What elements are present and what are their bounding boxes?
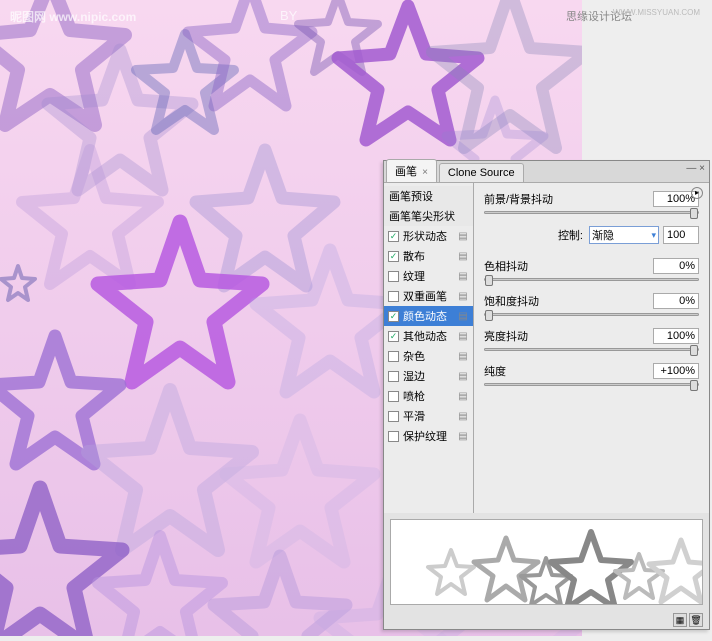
- sat-jitter-value[interactable]: [653, 293, 699, 309]
- option-checkbox[interactable]: ✓: [388, 311, 399, 322]
- hue-jitter-value[interactable]: [653, 258, 699, 274]
- option-label: 湿边: [403, 368, 457, 384]
- lock-icon[interactable]: ▤: [457, 311, 469, 322]
- option-label: 画笔预设: [389, 188, 469, 204]
- option-label: 散布: [403, 248, 457, 264]
- new-preset-button[interactable]: ▦: [673, 613, 687, 627]
- option-row-4[interactable]: 纹理▤: [384, 266, 473, 286]
- option-checkbox[interactable]: ✓: [388, 251, 399, 262]
- hue-jitter-slider[interactable]: [484, 278, 699, 281]
- option-row-3[interactable]: ✓ 散布▤: [384, 246, 473, 266]
- control-select[interactable]: 渐隐 ▾: [589, 226, 659, 244]
- option-label: 画笔笔尖形状: [389, 208, 469, 224]
- option-checkbox[interactable]: [388, 271, 399, 282]
- option-row-7[interactable]: ✓ 其他动态▤: [384, 326, 473, 346]
- setting-bright-jitter: 亮度抖动: [484, 328, 699, 351]
- watermark-by: BY: [280, 8, 297, 23]
- lock-icon[interactable]: ▤: [457, 291, 469, 302]
- lock-icon[interactable]: ▤: [457, 391, 469, 402]
- chevron-down-icon: ▾: [651, 230, 656, 241]
- option-label: 杂色: [403, 348, 457, 364]
- option-checkbox[interactable]: [388, 431, 399, 442]
- option-row-10[interactable]: 喷枪▤: [384, 386, 473, 406]
- option-row-6[interactable]: ✓ 颜色动态▤: [384, 306, 473, 326]
- option-checkbox[interactable]: [388, 351, 399, 362]
- option-row-1[interactable]: 画笔笔尖形状: [384, 206, 473, 226]
- option-checkbox[interactable]: ✓: [388, 231, 399, 242]
- fgbg-jitter-label: 前景/背景抖动: [484, 191, 553, 207]
- purity-label: 纯度: [484, 363, 506, 379]
- panel-minimize-icon[interactable]: —: [686, 163, 696, 174]
- option-row-11[interactable]: 平滑▤: [384, 406, 473, 426]
- color-dynamics-settings: 前景/背景抖动 控制: 渐隐 ▾ 色相抖动: [474, 183, 709, 513]
- option-label: 双重画笔: [403, 288, 457, 304]
- option-label: 保护纹理: [403, 428, 457, 444]
- setting-hue-jitter: 色相抖动: [484, 258, 699, 281]
- purity-value[interactable]: [653, 363, 699, 379]
- option-label: 颜色动态: [403, 308, 457, 324]
- option-label: 平滑: [403, 408, 457, 424]
- control-label: 控制:: [558, 227, 583, 243]
- option-row-9[interactable]: 湿边▤: [384, 366, 473, 386]
- watermark-topleft: 昵图网 www.nipic.com: [10, 8, 136, 25]
- panel-bottom-controls: ▦ 🗑: [673, 613, 703, 627]
- watermark-topright2: WWW.MISSYUAN.COM: [613, 8, 700, 17]
- setting-purity: 纯度: [484, 363, 699, 386]
- delete-button[interactable]: 🗑: [689, 613, 703, 627]
- bright-jitter-value[interactable]: [653, 328, 699, 344]
- control-row: 控制: 渐隐 ▾: [484, 226, 699, 244]
- option-checkbox[interactable]: [388, 391, 399, 402]
- brush-preview: [390, 519, 703, 605]
- option-row-8[interactable]: 杂色▤: [384, 346, 473, 366]
- panel-tabs: 画笔 × Clone Source: [384, 161, 709, 183]
- tab-brush[interactable]: 画笔 ×: [386, 159, 437, 182]
- tab-close-icon[interactable]: ×: [422, 167, 428, 178]
- panel-close-icon[interactable]: ×: [699, 163, 705, 174]
- panel-body: 画笔预设画笔笔尖形状✓形状动态▤✓散布▤纹理▤双重画笔▤✓颜色动态▤✓其他动态▤…: [384, 183, 709, 513]
- lock-icon[interactable]: ▤: [457, 231, 469, 242]
- option-row-2[interactable]: ✓ 形状动态▤: [384, 226, 473, 246]
- tab-clone-source[interactable]: Clone Source: [439, 163, 524, 182]
- control-selected: 渐隐: [592, 227, 614, 243]
- bright-jitter-label: 亮度抖动: [484, 328, 528, 344]
- option-checkbox[interactable]: [388, 291, 399, 302]
- tab-brush-label: 画笔: [395, 166, 417, 178]
- lock-icon[interactable]: ▤: [457, 431, 469, 442]
- option-checkbox[interactable]: ✓: [388, 331, 399, 342]
- option-checkbox[interactable]: [388, 411, 399, 422]
- setting-sat-jitter: 饱和度抖动: [484, 293, 699, 316]
- lock-icon[interactable]: ▤: [457, 251, 469, 262]
- option-row-0[interactable]: 画笔预设: [384, 186, 473, 206]
- panel-window-controls: — ×: [686, 163, 705, 174]
- lock-icon[interactable]: ▤: [457, 331, 469, 342]
- brush-option-list: 画笔预设画笔笔尖形状✓形状动态▤✓散布▤纹理▤双重画笔▤✓颜色动态▤✓其他动态▤…: [384, 183, 474, 513]
- option-checkbox[interactable]: [388, 371, 399, 382]
- lock-icon[interactable]: ▤: [457, 411, 469, 422]
- lock-icon[interactable]: ▤: [457, 271, 469, 282]
- lock-icon[interactable]: ▤: [457, 371, 469, 382]
- sat-jitter-label: 饱和度抖动: [484, 293, 539, 309]
- option-row-12[interactable]: 保护纹理▤: [384, 426, 473, 446]
- purity-slider[interactable]: [484, 383, 699, 386]
- option-label: 其他动态: [403, 328, 457, 344]
- tab-clone-label: Clone Source: [448, 167, 515, 179]
- option-label: 纹理: [403, 268, 457, 284]
- sat-jitter-slider[interactable]: [484, 313, 699, 316]
- setting-fgbg-jitter: 前景/背景抖动: [484, 191, 699, 214]
- fgbg-jitter-slider[interactable]: [484, 211, 699, 214]
- control-count-input[interactable]: [663, 226, 699, 244]
- bright-jitter-slider[interactable]: [484, 348, 699, 351]
- brush-panel: 画笔 × Clone Source — × ▸ 画笔预设画笔笔尖形状✓形状动态▤…: [383, 160, 710, 630]
- option-row-5[interactable]: 双重画笔▤: [384, 286, 473, 306]
- lock-icon[interactable]: ▤: [457, 351, 469, 362]
- option-label: 形状动态: [403, 228, 457, 244]
- option-label: 喷枪: [403, 388, 457, 404]
- panel-menu-icon[interactable]: ▸: [691, 187, 703, 199]
- hue-jitter-label: 色相抖动: [484, 258, 528, 274]
